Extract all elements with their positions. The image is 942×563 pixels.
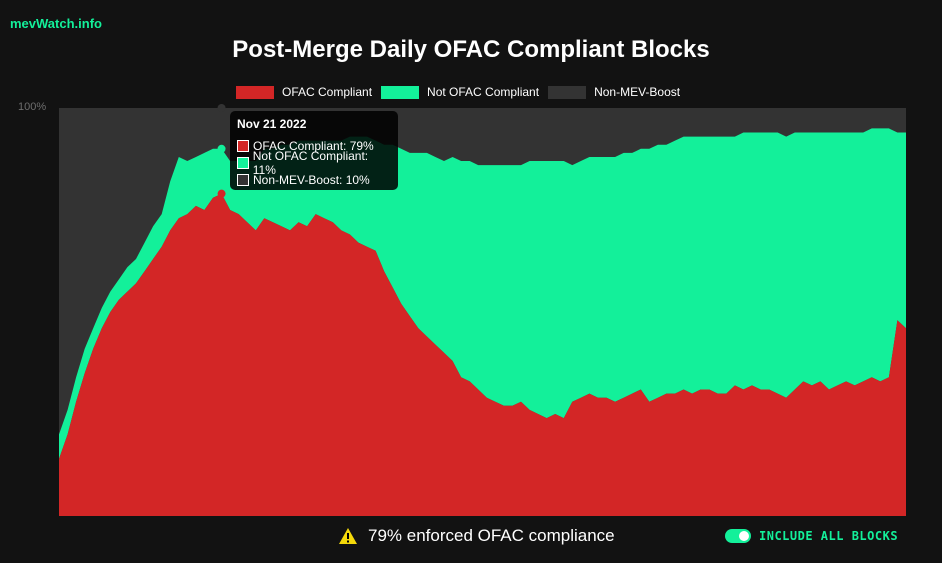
tooltip-swatch-non-mev	[237, 173, 249, 186]
chart-tooltip: Nov 21 2022 OFAC Compliant: 79% Not OFAC…	[230, 111, 398, 190]
hover-point-non-mev	[217, 104, 226, 112]
tooltip-label-non-mev: Non-MEV-Boost: 10%	[253, 172, 370, 187]
hover-point-ofac	[217, 189, 226, 198]
compliance-summary: 79% enforced OFAC compliance	[338, 526, 615, 546]
compliance-text: 79% enforced OFAC compliance	[368, 526, 615, 545]
tooltip-row-not-ofac: Not OFAC Compliant: 11%	[237, 149, 391, 177]
hover-point-not-ofac	[217, 144, 226, 153]
include-all-blocks-toggle[interactable]: INCLUDE ALL BLOCKS	[725, 529, 898, 543]
toggle-label[interactable]: INCLUDE ALL BLOCKS	[759, 529, 898, 543]
warning-icon	[339, 528, 357, 544]
tooltip-row-non-mev: Non-MEV-Boost: 10%	[237, 171, 391, 188]
tooltip-date: Nov 21 2022	[237, 117, 307, 131]
tooltip-swatch-ofac	[237, 139, 249, 152]
chart-plot[interactable]	[0, 0, 942, 563]
toggle-knob	[739, 531, 749, 541]
tooltip-swatch-not-ofac	[237, 156, 249, 169]
toggle-switch[interactable]	[725, 529, 751, 543]
